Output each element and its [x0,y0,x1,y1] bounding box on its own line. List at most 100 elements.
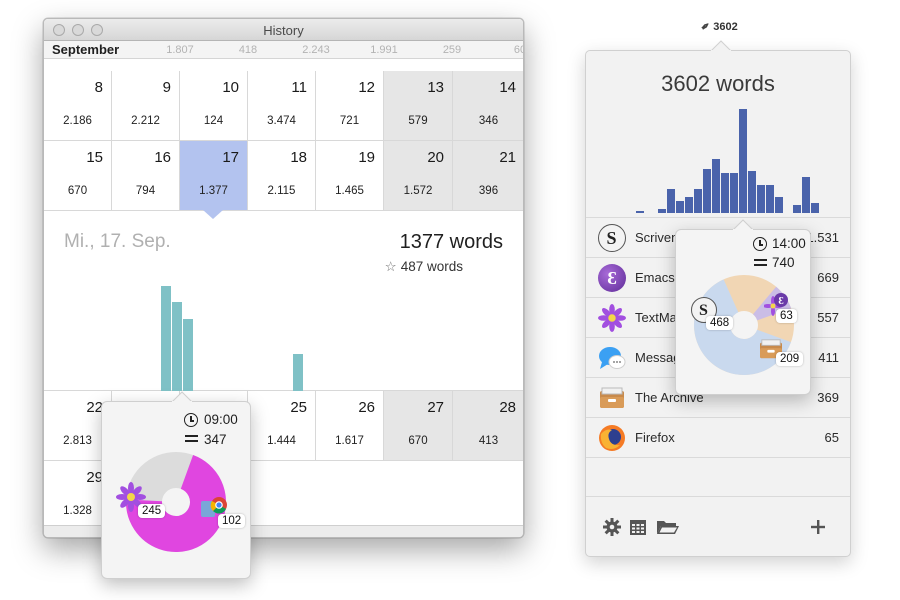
gear-icon[interactable] [602,517,622,537]
panel-hour-bar[interactable] [703,169,711,213]
day-word-count: 794 [135,185,156,197]
panel-hour-bar[interactable] [636,211,644,213]
day-number: 19 [358,149,375,166]
month-label: September [52,42,120,57]
detail-date: Mi., 17. Sep. [64,231,171,252]
svg-text:Ɛ: Ɛ [778,296,783,307]
day-cell-weekend[interactable]: 21 396 [453,141,523,211]
previous-week-row: September 1.807 418 2.243 1.991 259 60 [44,41,523,59]
clock-icon [753,237,767,251]
day-word-count: 124 [203,115,224,127]
day-number: 16 [154,149,171,166]
slice-label-small: 63 [776,309,797,323]
day-number: 26 [358,399,375,416]
day-cell-selected[interactable]: 17 1.377 [180,141,248,211]
day-number: 28 [499,399,516,416]
panel-hour-bar[interactable] [694,189,702,213]
day-word-count: 1.617 [335,435,364,447]
panel-hour-bar[interactable] [676,201,684,213]
panel-hour-bar[interactable] [685,197,693,213]
day-word-count: 1.444 [267,435,296,447]
messages-icon [598,344,626,372]
title-bar[interactable]: History [44,19,523,41]
day-cell-weekend[interactable]: 20 1.572 [384,141,453,211]
calendar-icon[interactable] [628,517,648,537]
folder-icon[interactable] [656,517,680,537]
day-cell-weekend[interactable]: 27 670 [384,391,453,461]
day-cell-weekend[interactable]: 14 346 [453,71,523,141]
day-word-count: 670 [408,435,428,447]
emacs-icon: Ɛ [598,264,626,292]
hour-popover-right: 14:00 740 S 468 Ɛ 63 209 [675,229,811,395]
app-count: 369 [817,390,839,405]
day-number: 18 [290,149,307,166]
slice-label-other: 209 [776,352,804,366]
desktop: History September 1.807 418 2.243 1.991 … [0,0,900,600]
day-cell[interactable]: 10 124 [180,71,248,141]
panel-hour-bar[interactable] [712,159,720,213]
day-number: 17 [222,149,239,166]
day-detail-panel: Mi., 17. Sep. 1377 words ☆ 487 words [44,211,523,407]
day-word-count: 670 [67,185,88,197]
panel-footer [586,496,850,556]
day-number: 12 [358,79,375,96]
panel-hour-bar[interactable] [667,189,675,213]
day-word-count: 579 [408,115,428,127]
selection-notch [203,210,223,219]
day-word-count: 2.212 [131,115,160,127]
prev-week-value: 2.243 [302,44,330,56]
day-number: 21 [499,149,516,166]
panel-hour-bar[interactable] [766,185,774,213]
day-cell[interactable]: 9 2.212 [112,71,180,141]
day-cell[interactable]: 26 1.617 [316,391,384,461]
panel-hour-bar[interactable] [748,171,756,213]
equals-icon [185,435,198,442]
day-cell-weekend[interactable]: 28 413 [453,391,523,461]
prev-week-value: 418 [238,44,258,56]
panel-hour-bar[interactable] [793,205,801,213]
day-number: 15 [86,149,103,166]
add-icon[interactable] [808,517,828,537]
day-word-count: 721 [339,115,360,127]
day-word-count: 3.474 [267,115,296,127]
day-cell[interactable]: 19 1.465 [316,141,384,211]
day-number: 20 [427,149,444,166]
app-count: 557 [817,310,839,325]
day-word-count: 1.572 [403,185,433,197]
hour-bar[interactable] [161,286,171,407]
slice-label-main: 468 [706,316,734,330]
day-cell-weekend[interactable]: 13 579 [384,71,453,141]
day-cell[interactable]: 25 1.444 [248,391,316,461]
slice-label-main: 245 [138,504,166,518]
panel-hour-bar[interactable] [757,185,765,213]
panel-hour-bar[interactable] [721,173,729,213]
day-cell[interactable]: 15 670 [44,141,112,211]
panel-hour-bar[interactable] [802,177,810,213]
panel-hour-bar[interactable] [730,173,738,213]
day-number: 8 [94,79,103,96]
prev-week-value: 1.991 [370,44,398,56]
day-word-count: 396 [478,185,499,197]
app-count: 1.531 [806,230,839,245]
panel-hour-bar[interactable] [775,197,783,213]
star-icon: ☆ [384,259,397,274]
popover-arrow [172,391,192,402]
day-cell[interactable]: 16 794 [112,141,180,211]
day-cell[interactable]: 8 2.186 [44,71,112,141]
panel-hour-bar[interactable] [811,203,819,213]
slice-label-other: 102 [218,514,246,528]
menubar-item[interactable]: ✒3602 [698,19,738,35]
day-word-count: 2.115 [267,185,296,197]
textmate-icon [598,304,626,332]
panel-hour-bar[interactable] [658,209,666,213]
day-cell[interactable]: 12 721 [316,71,384,141]
day-number: 10 [222,79,239,96]
day-cell[interactable]: 18 2.115 [248,141,316,211]
day-word-count: 2.186 [63,115,92,127]
app-count: 65 [824,430,839,445]
app-row-firefox[interactable]: Firefox 65 [586,417,850,457]
day-number: 9 [162,79,171,96]
feather-icon: ✒ [698,19,714,35]
panel-hour-bar[interactable] [739,109,747,213]
day-cell[interactable]: 11 3.474 [248,71,316,141]
